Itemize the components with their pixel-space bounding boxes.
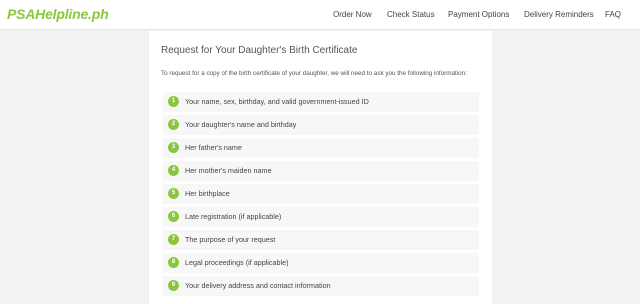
step-number-badge: 6 <box>168 211 179 222</box>
step-text: Your daughter's name and birthday <box>185 120 297 129</box>
step-text: Her mother's maiden name <box>185 166 272 175</box>
main-content-card: Request for Your Daughter's Birth Certif… <box>149 31 492 304</box>
step-number-badge: 1 <box>168 96 179 107</box>
list-item: 6 Late registration (if applicable) <box>163 207 479 227</box>
step-text: Legal proceedings (if applicable) <box>185 258 289 267</box>
step-number-badge: 4 <box>168 165 179 176</box>
nav-faq[interactable]: FAQ <box>605 10 621 19</box>
list-item: 1 Your name, sex, birthday, and valid go… <box>163 92 479 112</box>
step-number-badge: 9 <box>168 280 179 291</box>
step-text: Your delivery address and contact inform… <box>185 281 331 290</box>
list-item: 9 Your delivery address and contact info… <box>163 276 479 296</box>
intro-paragraph: To request for a copy of the birth certi… <box>161 70 467 77</box>
step-text: Her father's name <box>185 143 242 152</box>
step-text: Your name, sex, birthday, and valid gove… <box>185 97 369 106</box>
list-item: 2 Your daughter's name and birthday <box>163 115 479 135</box>
step-text: Late registration (if applicable) <box>185 212 282 221</box>
nav-order-now[interactable]: Order Now <box>333 10 372 19</box>
step-number-badge: 7 <box>168 234 179 245</box>
nav-delivery-reminders[interactable]: Delivery Reminders <box>524 10 594 19</box>
nav-payment-options[interactable]: Payment Options <box>448 10 509 19</box>
list-item: 4 Her mother's maiden name <box>163 161 479 181</box>
step-text: The purpose of your request <box>185 235 276 244</box>
list-item: 3 Her father's name <box>163 138 479 158</box>
page-title: Request for Your Daughter's Birth Certif… <box>161 45 358 56</box>
list-item: 8 Legal proceedings (if applicable) <box>163 253 479 273</box>
list-item: 7 The purpose of your request <box>163 230 479 250</box>
top-navigation-bar: PSAHelpline.ph Order Now Check Status Pa… <box>0 0 640 30</box>
step-number-badge: 3 <box>168 142 179 153</box>
nav-check-status[interactable]: Check Status <box>387 10 435 19</box>
main-nav: Order Now Check Status Payment Options D… <box>0 10 640 24</box>
step-number-badge: 8 <box>168 257 179 268</box>
step-text: Her birthplace <box>185 189 230 198</box>
step-number-badge: 2 <box>168 119 179 130</box>
step-number-badge: 5 <box>168 188 179 199</box>
list-item: 5 Her birthplace <box>163 184 479 204</box>
